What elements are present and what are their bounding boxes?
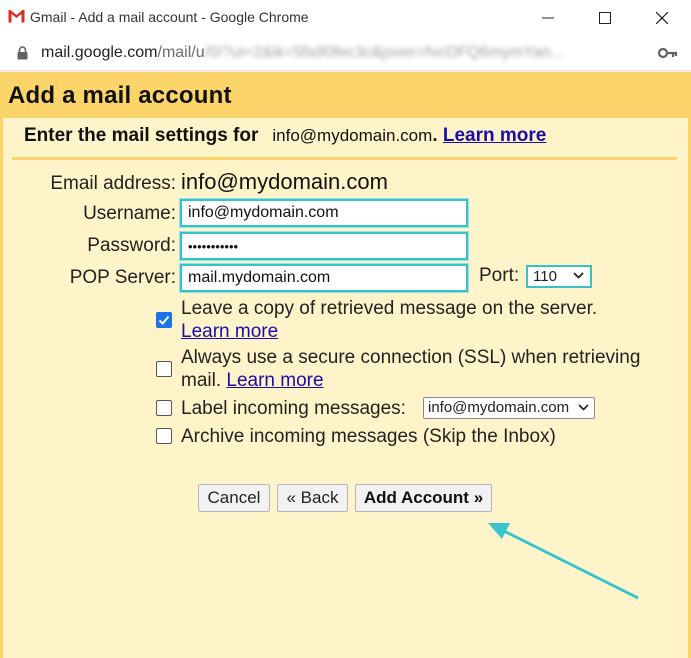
url-obscured: /0/?ui=2&ik=5fa90fec3c&jsver=fvcDFQ6mymY… xyxy=(204,44,565,61)
url-text[interactable]: mail.google.com/mail/u/0/?ui=2&ik=5fa90f… xyxy=(41,44,564,62)
minimize-icon xyxy=(542,17,554,19)
username-input[interactable]: info@mydomain.com xyxy=(180,199,468,227)
back-button[interactable]: « Back xyxy=(277,484,348,512)
mail-settings-subheader: Enter the mail settings for info@mydomain… xyxy=(24,125,547,146)
window-title: Gmail - Add a mail account - Google Chro… xyxy=(30,9,309,25)
ssl-checkbox[interactable] xyxy=(156,361,172,377)
close-icon xyxy=(656,12,668,24)
key-icon[interactable] xyxy=(658,47,678,59)
username-label: Username: xyxy=(83,203,176,224)
divider xyxy=(12,157,677,160)
dialog-header: Add a mail account xyxy=(0,72,691,118)
password-label: Password: xyxy=(87,235,176,256)
chevron-down-icon xyxy=(573,272,584,279)
archive-checkbox[interactable] xyxy=(156,428,172,444)
address-bar[interactable]: mail.google.com/mail/u/0/?ui=2&ik=5fa90f… xyxy=(0,36,691,71)
leave-copy-learn-more-link[interactable]: Learn more xyxy=(181,321,278,342)
frame-border-left xyxy=(0,118,3,658)
maximize-icon xyxy=(599,12,611,24)
pop-server-input[interactable]: mail.mydomain.com xyxy=(180,264,468,292)
close-button[interactable] xyxy=(633,0,691,36)
learn-more-link[interactable]: Learn more xyxy=(443,125,546,146)
leave-copy-checkbox[interactable] xyxy=(156,312,172,328)
email-address-value: info@mydomain.com xyxy=(181,169,388,194)
dialog-title: Add a mail account xyxy=(8,82,232,109)
ssl-label: Always use a secure connection (SSL) whe… xyxy=(181,347,641,368)
password-input[interactable]: ••••••••••• xyxy=(180,232,468,260)
maximize-button[interactable] xyxy=(576,0,634,36)
subheader-email: info@mydomain.com xyxy=(272,126,433,145)
chevron-down-icon xyxy=(578,404,589,411)
archive-label: Archive incoming messages (Skip the Inbo… xyxy=(181,426,556,447)
cancel-button[interactable]: Cancel xyxy=(198,484,270,512)
ssl-label-line2: mail. xyxy=(181,370,222,391)
gmail-icon xyxy=(8,9,25,23)
leave-copy-text: Leave a copy of retrieved message on the… xyxy=(181,297,597,343)
leave-copy-label: Leave a copy of retrieved message on the… xyxy=(181,298,598,319)
ssl-learn-more-link[interactable]: Learn more xyxy=(226,370,323,391)
window-titlebar: Gmail - Add a mail account - Google Chro… xyxy=(0,0,691,36)
ssl-text: Always use a secure connection (SSL) whe… xyxy=(181,346,640,392)
lock-icon[interactable] xyxy=(17,46,28,60)
annotation-arrow-icon xyxy=(488,523,639,600)
url-path: /mail/u xyxy=(157,44,205,61)
email-address-label: Email address: xyxy=(50,173,176,194)
label-select-value: info@mydomain.com xyxy=(428,399,570,416)
checkmark-icon xyxy=(158,315,170,325)
port-value: 110 xyxy=(533,268,557,285)
minimize-button[interactable] xyxy=(519,0,577,36)
url-host: mail.google.com xyxy=(41,44,158,61)
pop-server-label: POP Server: xyxy=(69,267,176,288)
port-label: Port: xyxy=(479,265,520,286)
label-select[interactable]: info@mydomain.com xyxy=(423,397,595,419)
add-account-button[interactable]: Add Account » xyxy=(355,484,492,512)
port-select[interactable]: 110 xyxy=(526,265,592,288)
label-incoming-checkbox[interactable] xyxy=(156,400,172,416)
subheader-label: Enter the mail settings for xyxy=(24,125,259,146)
label-incoming-label: Label incoming messages: xyxy=(181,398,406,419)
